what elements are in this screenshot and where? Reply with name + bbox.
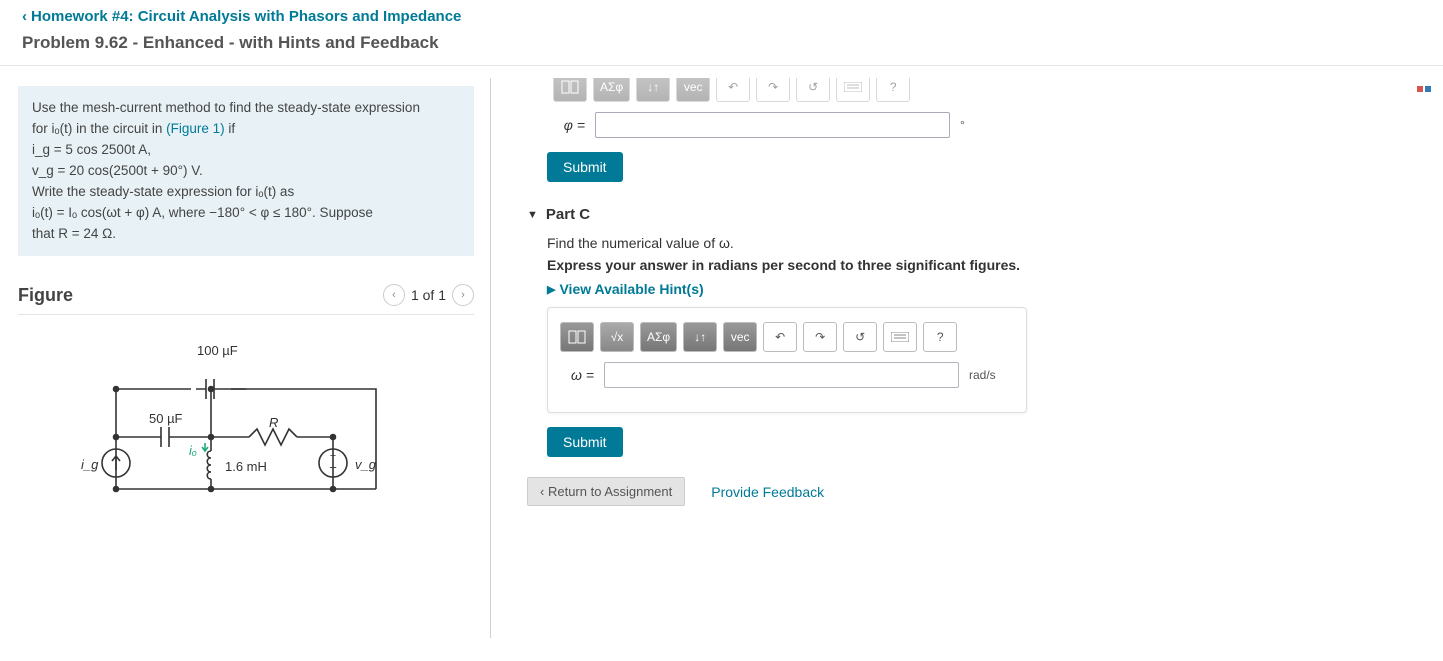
partb-variable: φ = — [551, 117, 585, 133]
vec-button[interactable]: vec — [723, 322, 757, 352]
partc-unit: rad/s — [969, 368, 996, 382]
help-icon[interactable]: ? — [876, 78, 910, 102]
figure-heading: Figure — [18, 285, 73, 306]
math-symbol-button[interactable]: ΑΣφ — [640, 322, 677, 352]
partb-answer-input[interactable] — [595, 112, 950, 138]
toolbar-partb: ΑΣφ ↓↑ vec ↶ ↷ ↺ ? — [527, 78, 1423, 102]
sqrt-icon[interactable]: √x — [600, 322, 634, 352]
redo-icon[interactable]: ↷ — [756, 78, 790, 102]
breadcrumb-text: Homework #4: Circuit Analysis with Phaso… — [31, 8, 461, 25]
partc-variable: ω = — [560, 367, 594, 383]
partc-format: Express your answer in radians per secon… — [547, 257, 1423, 273]
figure-link[interactable]: (Figure 1) — [166, 121, 225, 136]
partc-answer-box: √x ΑΣφ ↓↑ vec ↶ ↷ ↺ ? ω = rad/s — [547, 307, 1027, 413]
page-title: Problem 9.62 - Enhanced - with Hints and… — [0, 25, 1443, 65]
subscript-icon[interactable]: ↓↑ — [636, 78, 670, 102]
template-icon[interactable] — [560, 322, 594, 352]
problem-statement: Use the mesh-current method to find the … — [18, 86, 474, 256]
partb-unit: ° — [960, 118, 965, 132]
vec-button[interactable]: vec — [676, 78, 710, 102]
undo-icon[interactable]: ↶ — [716, 78, 750, 102]
figure-page-indicator: 1 of 1 — [411, 287, 446, 303]
reset-icon[interactable]: ↺ — [796, 78, 830, 102]
caret-down-icon: ▼ — [527, 209, 538, 221]
undo-icon[interactable]: ↶ — [763, 322, 797, 352]
keyboard-icon[interactable] — [836, 78, 870, 102]
keyboard-icon[interactable] — [883, 322, 917, 352]
reset-icon[interactable]: ↺ — [843, 322, 877, 352]
partc-submit-button[interactable]: Submit — [547, 427, 623, 457]
figure-next-button[interactable]: › — [452, 284, 474, 306]
chevron-left-icon: ‹ — [22, 8, 27, 25]
chevron-left-icon: ‹ — [540, 484, 544, 499]
view-hints-link[interactable]: ▶ View Available Hint(s) — [547, 281, 1423, 297]
template-icon[interactable] — [553, 78, 587, 102]
redo-icon[interactable]: ↷ — [803, 322, 837, 352]
partc-header[interactable]: ▼ Part C — [527, 206, 1423, 223]
math-symbol-button[interactable]: ΑΣφ — [593, 78, 630, 102]
partb-submit-button[interactable]: Submit — [547, 152, 623, 182]
help-icon[interactable]: ? — [923, 322, 957, 352]
figure-prev-button[interactable]: ‹ — [383, 284, 405, 306]
provide-feedback-link[interactable]: Provide Feedback — [711, 484, 824, 500]
partc-instruction: Find the numerical value of ω. — [547, 235, 1423, 251]
partc-answer-input[interactable] — [604, 362, 959, 388]
circuit-figure: + − 100 µF 50 µF R 1.6 mH — [81, 339, 411, 539]
triangle-right-icon: ▶ — [547, 283, 555, 296]
subscript-icon[interactable]: ↓↑ — [683, 322, 717, 352]
return-button[interactable]: ‹ Return to Assignment — [527, 477, 685, 506]
svg-text:−: − — [329, 460, 337, 475]
breadcrumb-link[interactable]: ‹ Homework #4: Circuit Analysis with Pha… — [22, 8, 461, 25]
